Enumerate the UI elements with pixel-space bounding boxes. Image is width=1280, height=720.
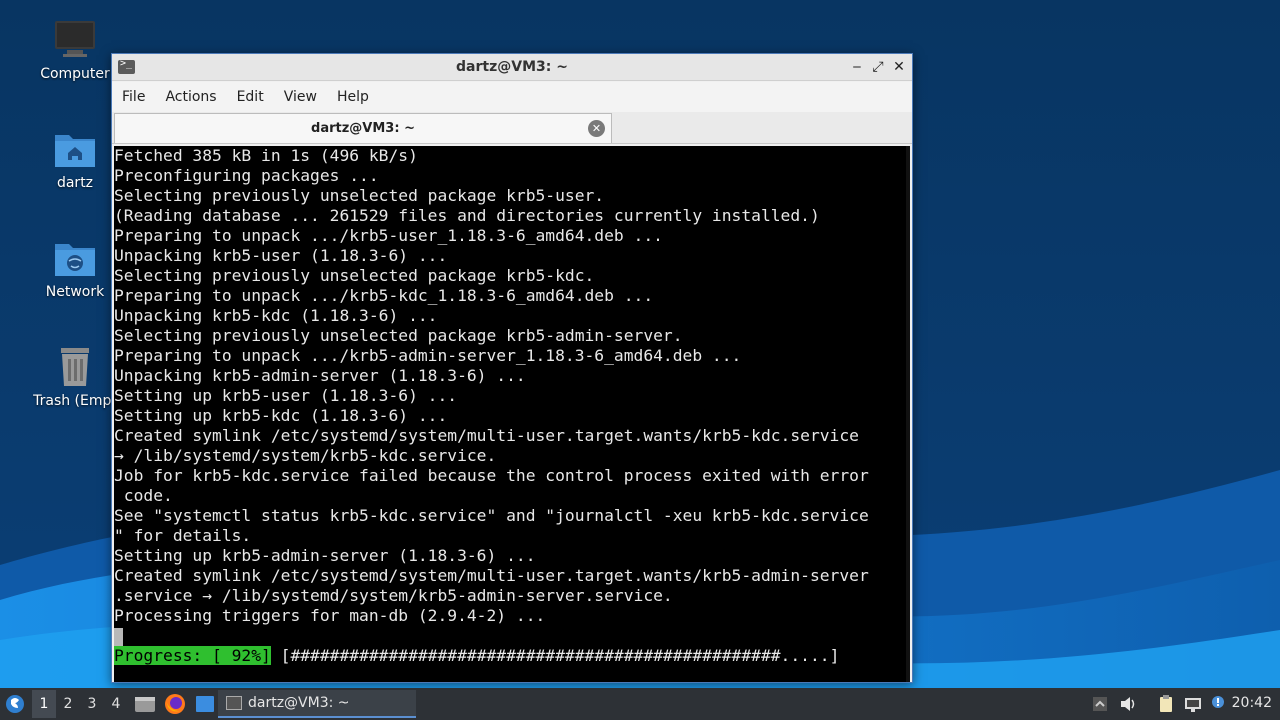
terminal-line: Selecting previously unselected package … <box>114 266 595 285</box>
terminal-line: Selecting previously unselected package … <box>114 186 605 205</box>
terminal-line: Created symlink /etc/systemd/system/mult… <box>114 566 869 585</box>
terminal-line: → /lib/systemd/system/krb5-kdc.service. <box>114 446 497 465</box>
tab-terminal[interactable]: dartz@VM3: ~ ✕ <box>114 113 612 143</box>
tab-title: dartz@VM3: ~ <box>311 121 415 136</box>
terminal-line: Preparing to unpack .../krb5-admin-serve… <box>114 346 742 365</box>
window-title: dartz@VM3: ~ <box>456 59 568 75</box>
computer-icon <box>53 18 97 62</box>
terminal-line: See "systemctl status krb5-kdc.service" … <box>114 506 869 525</box>
desktop-icon-network[interactable]: Network <box>28 236 122 300</box>
workspace-2[interactable]: 2 <box>56 690 80 718</box>
terminal-window[interactable]: dartz@VM3: ~ ‒ ⤢ ✕ File Actions Edit Vie… <box>111 53 913 683</box>
terminal-line: Setting up krb5-admin-server (1.18.3-6) … <box>114 546 536 565</box>
desktop-icon <box>196 696 214 712</box>
desktop-icon-label: Network <box>45 284 105 300</box>
terminal-line: Setting up krb5-user (1.18.3-6) ... <box>114 386 458 405</box>
progress-bar-text: [#######################################… <box>270 646 840 665</box>
terminal-line: Job for krb5-kdc.service failed because … <box>114 466 869 485</box>
menu-file[interactable]: File <box>112 89 155 105</box>
desktop-icon-label: Computer <box>40 66 110 82</box>
home-folder-icon <box>53 127 97 171</box>
menu-edit[interactable]: Edit <box>227 89 274 105</box>
start-menu-button[interactable] <box>0 688 32 720</box>
firefox-launcher[interactable] <box>162 691 188 717</box>
taskbar: 1 2 3 4 dartz@VM3: ~ 20:42 <box>0 688 1280 720</box>
terminal-line: Unpacking krb5-user (1.18.3-6) ... <box>114 246 448 265</box>
clock[interactable]: 20:42 <box>1232 695 1272 711</box>
terminal-cursor-line <box>114 626 910 646</box>
volume-icon[interactable] <box>1118 694 1138 714</box>
terminal-line: Unpacking krb5-admin-server (1.18.3-6) .… <box>114 366 526 385</box>
trash-icon <box>53 345 97 389</box>
terminal-scrollbar[interactable] <box>906 146 910 682</box>
workspace-1[interactable]: 1 <box>32 690 56 718</box>
workspace-3[interactable]: 3 <box>80 690 104 718</box>
terminal-line: Preparing to unpack .../krb5-user_1.18.3… <box>114 226 663 245</box>
menu-view[interactable]: View <box>274 89 327 105</box>
progress-line: Progress: [ 92%] [######################… <box>114 646 910 666</box>
tab-close-icon[interactable]: ✕ <box>588 120 605 137</box>
desktop-icon-home[interactable]: dartz <box>28 127 122 191</box>
terminal-line: Preparing to unpack .../krb5-kdc_1.18.3-… <box>114 286 654 305</box>
show-desktop-launcher[interactable] <box>192 691 218 717</box>
clipboard-icon[interactable] <box>1156 694 1176 714</box>
terminal-icon <box>226 696 242 710</box>
task-terminal-button[interactable]: dartz@VM3: ~ <box>218 690 416 718</box>
terminal-lines: Fetched 385 kB in 1s (496 kB/s) Preconfig… <box>114 146 910 626</box>
minimize-button[interactable]: ‒ <box>848 58 866 76</box>
terminal-cursor <box>114 627 123 646</box>
maximize-button[interactable]: ⤢ <box>869 58 887 76</box>
terminal-line: Unpacking krb5-kdc (1.18.3-6) ... <box>114 306 438 325</box>
terminal-line: Created symlink /etc/systemd/system/mult… <box>114 426 859 445</box>
task-label: dartz@VM3: ~ <box>248 695 350 711</box>
progress-label: Progress: [ 92%] <box>114 646 271 665</box>
close-button[interactable]: ✕ <box>890 58 908 76</box>
file-manager-launcher[interactable] <box>132 691 158 717</box>
desktop-icon-computer[interactable]: Computer <box>28 18 122 82</box>
tray-arrow-icon[interactable] <box>1090 694 1110 714</box>
notification-icon[interactable] <box>1208 694 1228 714</box>
network-icon[interactable] <box>1183 694 1203 714</box>
tab-bar: dartz@VM3: ~ ✕ <box>112 112 912 144</box>
workspace-4[interactable]: 4 <box>104 690 128 718</box>
terminal-line: Processing triggers for man-db (2.9.4-2)… <box>114 606 546 625</box>
terminal-line: code. <box>114 486 173 505</box>
firefox-icon <box>165 694 185 714</box>
terminal-line: .service → /lib/systemd/system/krb5-admi… <box>114 586 673 605</box>
terminal-line: Setting up krb5-kdc (1.18.3-6) ... <box>114 406 448 425</box>
terminal-output[interactable]: Fetched 385 kB in 1s (496 kB/s) Preconfig… <box>114 146 910 682</box>
menu-actions[interactable]: Actions <box>155 89 226 105</box>
terminal-line: (Reading database ... 261529 files and d… <box>114 206 820 225</box>
start-menu-icon <box>6 695 24 713</box>
desktop-icon-label: dartz <box>56 175 94 191</box>
terminal-line: Preconfiguring packages ... <box>114 166 379 185</box>
network-folder-icon <box>53 236 97 280</box>
terminal-line: " for details. <box>114 526 252 545</box>
terminal-line: Fetched 385 kB in 1s (496 kB/s) <box>114 146 418 165</box>
terminal-line: Selecting previously unselected package … <box>114 326 683 345</box>
desktop-icon-trash[interactable]: Trash (Empt <box>28 345 122 409</box>
menu-bar: File Actions Edit View Help <box>112 82 912 112</box>
desktop-icon-label: Trash (Empt <box>33 393 117 409</box>
file-manager-icon <box>135 697 155 712</box>
menu-help[interactable]: Help <box>327 89 379 105</box>
window-titlebar[interactable]: dartz@VM3: ~ ‒ ⤢ ✕ <box>112 54 912 81</box>
